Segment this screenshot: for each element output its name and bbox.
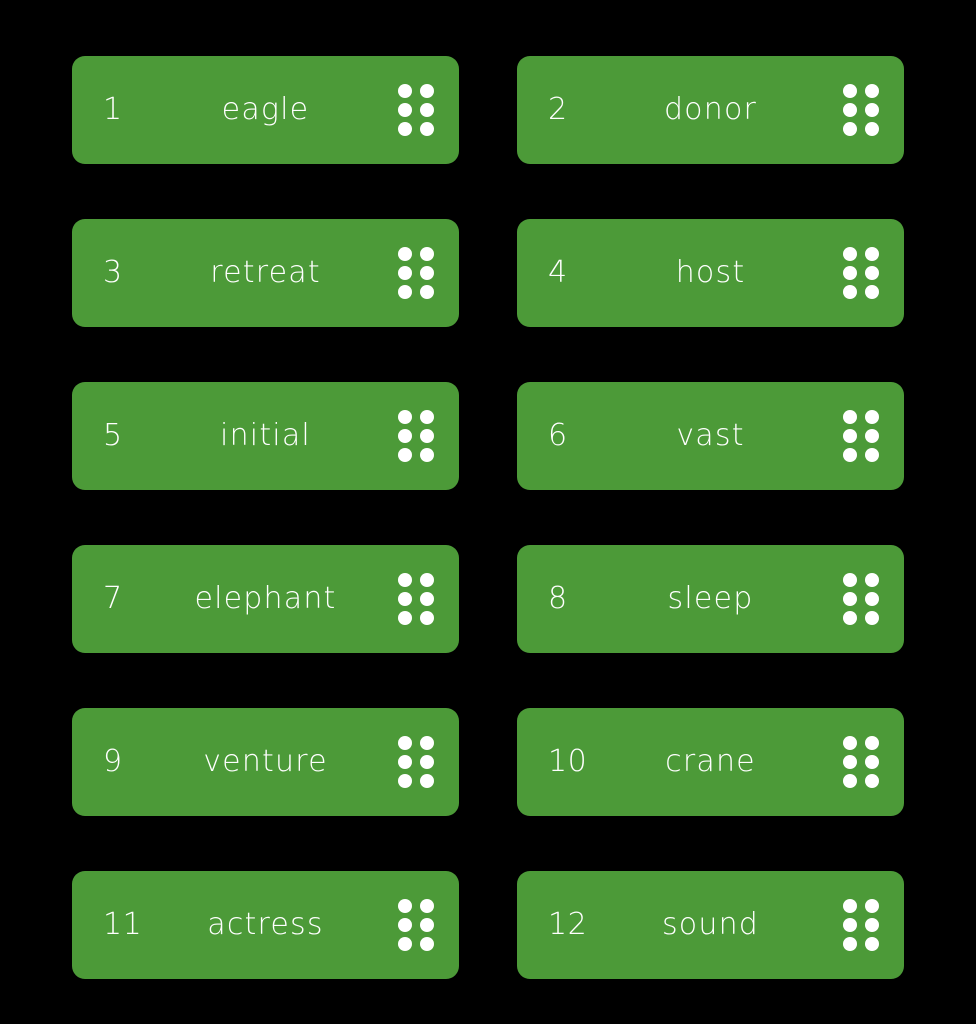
- drag-handle-dot: [398, 429, 412, 443]
- drag-handle-dot: [398, 410, 412, 424]
- word-card[interactable]: 8 sleep: [517, 545, 904, 653]
- drag-handle-dot: [420, 937, 434, 951]
- drag-handle-dot: [398, 611, 412, 625]
- drag-handle-dot: [865, 429, 879, 443]
- drag-handle-dot: [843, 448, 857, 462]
- drag-handle-dot: [865, 247, 879, 261]
- drag-handle-dots-icon[interactable]: [398, 899, 434, 951]
- drag-handle-dot: [865, 592, 879, 606]
- drag-handle-dot: [843, 266, 857, 280]
- drag-handle-dot: [420, 247, 434, 261]
- word-card[interactable]: 3 retreat: [72, 219, 459, 327]
- drag-handle-dot: [398, 84, 412, 98]
- drag-handle-dot: [420, 592, 434, 606]
- drag-handle-dot: [420, 84, 434, 98]
- drag-handle-dot: [420, 736, 434, 750]
- drag-handle-dot: [843, 918, 857, 932]
- drag-handle-dot: [398, 592, 412, 606]
- drag-handle-dot: [865, 84, 879, 98]
- drag-handle-dot: [865, 937, 879, 951]
- drag-handle-dot: [843, 899, 857, 913]
- drag-handle-dot: [865, 103, 879, 117]
- drag-handle-dot: [843, 247, 857, 261]
- drag-handle-dots-icon[interactable]: [398, 247, 434, 299]
- drag-handle-dot: [865, 448, 879, 462]
- drag-handle-dot: [420, 122, 434, 136]
- drag-handle-dot: [398, 573, 412, 587]
- drag-handle-dot: [398, 247, 412, 261]
- drag-handle-dots-icon[interactable]: [398, 573, 434, 625]
- word-card-grid: 1 eagle 2 donor 3 retreat 4 host 5 initial 6 vast 7 e…: [0, 0, 976, 1024]
- drag-handle-dots-icon[interactable]: [398, 84, 434, 136]
- drag-handle-dot: [843, 611, 857, 625]
- drag-handle-dot: [420, 429, 434, 443]
- drag-handle-dot: [398, 448, 412, 462]
- drag-handle-dot: [420, 918, 434, 932]
- word-card[interactable]: 2 donor: [517, 56, 904, 164]
- drag-handle-dot: [420, 266, 434, 280]
- word-card[interactable]: 9 venture: [72, 708, 459, 816]
- drag-handle-dot: [420, 448, 434, 462]
- drag-handle-dot: [398, 103, 412, 117]
- drag-handle-dot: [865, 736, 879, 750]
- drag-handle-dot: [420, 899, 434, 913]
- drag-handle-dot: [865, 918, 879, 932]
- drag-handle-dot: [865, 755, 879, 769]
- drag-handle-dot: [865, 266, 879, 280]
- word-card[interactable]: 6 vast: [517, 382, 904, 490]
- drag-handle-dot: [420, 410, 434, 424]
- drag-handle-dot: [398, 899, 412, 913]
- drag-handle-dot: [398, 266, 412, 280]
- drag-handle-dot: [398, 937, 412, 951]
- drag-handle-dots-icon[interactable]: [843, 410, 879, 462]
- drag-handle-dot: [843, 774, 857, 788]
- drag-handle-dot: [843, 736, 857, 750]
- drag-handle-dot: [398, 755, 412, 769]
- drag-handle-dot: [398, 774, 412, 788]
- word-card[interactable]: 12 sound: [517, 871, 904, 979]
- drag-handle-dots-icon[interactable]: [843, 247, 879, 299]
- word-card[interactable]: 10 crane: [517, 708, 904, 816]
- drag-handle-dot: [843, 573, 857, 587]
- drag-handle-dot: [843, 429, 857, 443]
- drag-handle-dot: [843, 937, 857, 951]
- drag-handle-dot: [865, 611, 879, 625]
- drag-handle-dots-icon[interactable]: [843, 84, 879, 136]
- drag-handle-dot: [843, 103, 857, 117]
- drag-handle-dot: [398, 122, 412, 136]
- drag-handle-dot: [843, 122, 857, 136]
- drag-handle-dot: [420, 103, 434, 117]
- drag-handle-dot: [865, 573, 879, 587]
- drag-handle-dot: [865, 122, 879, 136]
- drag-handle-dot: [843, 285, 857, 299]
- drag-handle-dot: [398, 285, 412, 299]
- drag-handle-dot: [865, 899, 879, 913]
- word-card[interactable]: 1 eagle: [72, 56, 459, 164]
- drag-handle-dot: [420, 611, 434, 625]
- drag-handle-dot: [843, 755, 857, 769]
- drag-handle-dots-icon[interactable]: [843, 573, 879, 625]
- word-card[interactable]: 5 initial: [72, 382, 459, 490]
- drag-handle-dots-icon[interactable]: [843, 736, 879, 788]
- drag-handle-dot: [420, 774, 434, 788]
- drag-handle-dot: [843, 592, 857, 606]
- drag-handle-dot: [843, 84, 857, 98]
- drag-handle-dots-icon[interactable]: [843, 899, 879, 951]
- word-card[interactable]: 4 host: [517, 219, 904, 327]
- drag-handle-dot: [865, 410, 879, 424]
- drag-handle-dots-icon[interactable]: [398, 736, 434, 788]
- drag-handle-dots-icon[interactable]: [398, 410, 434, 462]
- drag-handle-dot: [398, 736, 412, 750]
- drag-handle-dot: [420, 573, 434, 587]
- drag-handle-dot: [843, 410, 857, 424]
- drag-handle-dot: [398, 918, 412, 932]
- word-card[interactable]: 11 actress: [72, 871, 459, 979]
- drag-handle-dot: [420, 285, 434, 299]
- word-card[interactable]: 7 elephant: [72, 545, 459, 653]
- drag-handle-dot: [420, 755, 434, 769]
- drag-handle-dot: [865, 285, 879, 299]
- drag-handle-dot: [865, 774, 879, 788]
